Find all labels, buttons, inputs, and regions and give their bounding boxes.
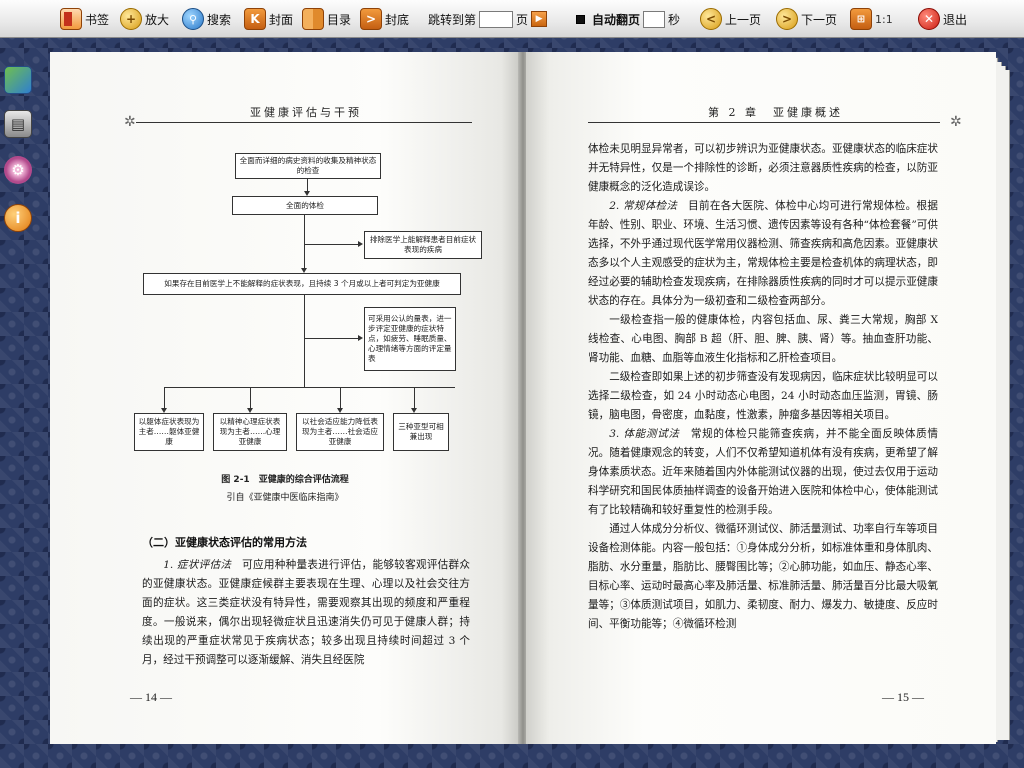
page-number: — 15 — <box>882 690 924 704</box>
right-page[interactable]: 第 2 章 亚健康概述 ✲ 体检未见明显异常者，可以初步辨识为亚健康状态。亚健康… <box>526 52 996 744</box>
toc-button[interactable]: 目录 <box>302 6 351 32</box>
auto-flip-seconds-input[interactable] <box>643 10 666 28</box>
page-edge <box>998 70 1010 740</box>
flow-arrow <box>358 335 363 341</box>
header-ornament: ✲ <box>124 114 136 130</box>
auto-flip: 自动翻页 秒 <box>576 6 680 32</box>
flow-arrow <box>358 241 363 247</box>
back-cover-button[interactable]: > 封底 <box>360 6 409 32</box>
zoom-in-button[interactable]: + 放大 <box>120 6 169 32</box>
arrow-left-icon: < <box>700 8 722 30</box>
zoom-in-icon: + <box>120 8 142 30</box>
book: ✲ 亚健康评估与干预 全面而详细的病史资料的收集及精神状态的检查 全面的体检 排… <box>50 52 1018 748</box>
book-icon <box>302 8 324 30</box>
flow-box-combined: 三种亚型可相兼出现 <box>393 413 449 451</box>
header-rule <box>588 122 940 123</box>
bookmark-button[interactable]: 书签 <box>60 6 109 32</box>
header-rule <box>136 122 472 123</box>
search-icon: ⚲ <box>182 8 204 30</box>
actual-size-button[interactable]: ⊞ 1:1 <box>850 6 893 32</box>
fit-icon: ⊞ <box>850 8 872 30</box>
info-icon[interactable]: i <box>4 204 32 232</box>
figure-caption: 图 2-1 亚健康的综合评估流程 <box>221 475 349 485</box>
close-icon: ✕ <box>918 8 940 30</box>
last-page-icon: > <box>360 8 382 30</box>
paragraph: 通过人体成分分析仪、微循环测试仪、肺活量测试、功率自行车等项目设备检测体能。内容… <box>588 523 938 630</box>
flow-line <box>164 387 455 388</box>
flow-box-scales: 可采用公认的量表，进一步评定亚健康的症状特点，如疲劳、睡眠质量、心理情绪等方面的… <box>364 307 456 371</box>
flow-line <box>304 215 305 269</box>
right-body-text: 体检未见明显异常者，可以初步辨识为亚健康状态。亚健康状态的临床症状并无特异性，仅… <box>588 140 938 634</box>
flow-line <box>250 387 251 409</box>
auto-flip-checkbox[interactable] <box>576 14 585 24</box>
exit-button[interactable]: ✕ 退出 <box>918 6 967 32</box>
flow-box-physical-exam: 全面的体检 <box>232 196 378 215</box>
flow-line <box>304 244 360 245</box>
paragraph: 2. 常规体检法 目前在各大医院、体检中心均可进行常规体检。根据年龄、性别、职业… <box>588 200 938 307</box>
cover-button[interactable]: K 封面 <box>244 6 293 32</box>
paragraph: 二级检查即如果上述的初步筛查没有发现病因，临床症状比较明显可以选择二级检查，如 … <box>588 371 938 421</box>
flow-line <box>164 387 165 409</box>
paragraph: 1. 症状评估法 可应用种种量表进行评估，能够较客观评估群众的亚健康状态。亚健康… <box>142 559 471 666</box>
figure-source: 引自《亚健康中医临床指南》 <box>226 493 344 503</box>
flow-box-history: 全面而详细的病史资料的收集及精神状态的检查 <box>235 153 381 179</box>
flow-box-criteria: 如果存在目前医学上不能解释的症状表现，且持续 3 个月或以上者可判定为亚健康 <box>143 273 461 295</box>
settings-icon[interactable]: ⚙ <box>4 156 32 184</box>
flow-line <box>340 387 341 409</box>
header-ornament: ✲ <box>950 114 962 130</box>
first-page-icon: K <box>244 8 266 30</box>
toolbar: 书签 + 放大 ⚲ 搜索 K 封面 目录 > 封底 跳转到第 页 ▶ 自动翻页 … <box>0 0 1024 38</box>
picture-icon[interactable] <box>4 66 32 94</box>
paragraph: 一级检查指一般的健康体检，内容包括血、尿、粪三大常规，胸部 X 线检查、心电图、… <box>588 314 938 364</box>
go-button[interactable]: ▶ <box>531 11 548 27</box>
flow-line <box>304 338 360 339</box>
flow-box-physical-subhealth: 以躯体症状表现为主者……躯体亚健康 <box>134 413 204 451</box>
arrow-right-icon: > <box>776 8 798 30</box>
page-jump-input[interactable] <box>479 10 514 28</box>
left-body-text: 1. 症状评估法 可应用种种量表进行评估，能够较客观评估群众的亚健康状态。亚健康… <box>142 556 470 670</box>
page-number: — 14 — <box>130 690 172 704</box>
bookmark-icon <box>60 8 82 30</box>
flow-box-social-subhealth: 以社会适应能力降低表现为主者……社会适应亚健康 <box>296 413 384 451</box>
page-jump: 跳转到第 页 ▶ <box>428 6 548 32</box>
flow-box-mental-subhealth: 以精神心理症状表现为主者……心理亚健康 <box>213 413 287 451</box>
paragraph: 3. 体能测试法 常规的体检只能筛查疾病，并不能全面反映体质情况。随着健康观念的… <box>588 428 938 516</box>
paragraph: 体检未见明显异常者，可以初步辨识为亚健康状态。亚健康状态的临床症状并无特异性，仅… <box>588 143 938 193</box>
search-button[interactable]: ⚲ 搜索 <box>182 6 231 32</box>
next-page-button[interactable]: > 下一页 <box>776 6 837 32</box>
running-header: 第 2 章 亚健康概述 <box>708 106 843 119</box>
printer-icon[interactable]: ▤ <box>4 110 32 138</box>
prev-page-button[interactable]: < 上一页 <box>700 6 761 32</box>
flow-line <box>414 387 415 409</box>
left-page[interactable]: ✲ 亚健康评估与干预 全面而详细的病史资料的收集及精神状态的检查 全面的体检 排… <box>50 52 520 744</box>
section-heading: （二）亚健康状态评估的常用方法 <box>142 536 307 549</box>
play-icon: ▶ <box>535 14 543 24</box>
flow-box-exclude: 排除医学上能解释患者目前症状表现的疾病 <box>364 231 482 259</box>
flow-line <box>304 295 305 387</box>
running-header: 亚健康评估与干预 <box>250 106 362 119</box>
